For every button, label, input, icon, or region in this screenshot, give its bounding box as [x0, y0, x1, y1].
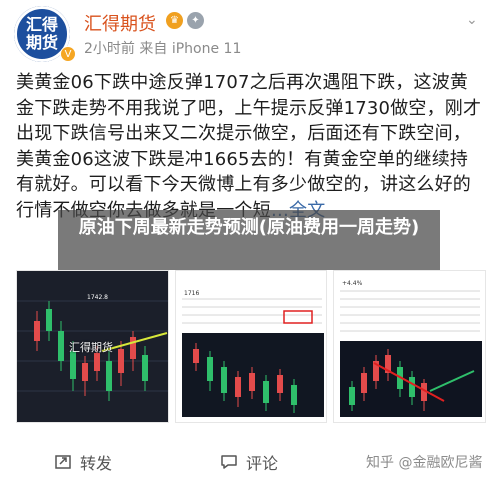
article-title-overlay: 原油下周最新走势预测(原油费用一周走势)	[58, 210, 440, 270]
user-badges: ♛ ✦	[166, 12, 204, 29]
price-label: 1742.8	[87, 294, 108, 301]
chart-image-3-graphic: +4.4%	[334, 271, 486, 422]
footer-watermark: 知乎 @金融欧尼酱	[366, 455, 483, 471]
image-watermark: 汇得期货	[69, 341, 113, 354]
repost-icon	[55, 455, 71, 469]
comment-button[interactable]: 评论	[220, 450, 278, 474]
post-header: 汇得 期货 V 汇得期货 ♛ ✦ 2小时前 来自 iPhone 11 ⌄	[0, 0, 500, 68]
post-text-content: 美黄金06下跌中途反弹1707之后再次遇阻下跌，这波黄金下跌走势不用我说了吧，上…	[16, 72, 482, 221]
image-gallery: 1742.8 汇得期货 1716 +4.4%	[16, 270, 487, 423]
chevron-down-icon[interactable]: ⌄	[466, 12, 478, 28]
post-source: 来自 iPhone 11	[139, 41, 242, 57]
level-badge-icon: ✦	[187, 12, 204, 29]
chart-image-2[interactable]: 1716	[174, 270, 328, 423]
chart-image-2-graphic: 1716	[175, 271, 327, 422]
post-time: 2小时前	[84, 41, 135, 57]
price-label: +4.4%	[342, 280, 363, 287]
chart-image-1[interactable]: 1742.8 汇得期货	[16, 270, 169, 423]
price-label: 1716	[184, 290, 199, 297]
action-bar: 转发 评论 知乎 @金融欧尼酱	[0, 440, 500, 478]
repost-label: 转发	[80, 454, 113, 473]
vip-icon: V	[60, 46, 76, 62]
repost-button[interactable]: 转发	[54, 450, 112, 474]
post-text: 美黄金06下跌中途反弹1707之后再次遇阻下跌，这波黄金下跌走势不用我说了吧，上…	[16, 70, 486, 223]
post-meta: 2小时前 来自 iPhone 11	[84, 38, 241, 58]
chart-image-3[interactable]: +4.4%	[333, 270, 487, 423]
comment-icon	[221, 455, 237, 469]
crown-badge-icon: ♛	[166, 12, 183, 29]
comment-label: 评论	[246, 454, 279, 473]
username[interactable]: 汇得期货	[84, 10, 156, 36]
